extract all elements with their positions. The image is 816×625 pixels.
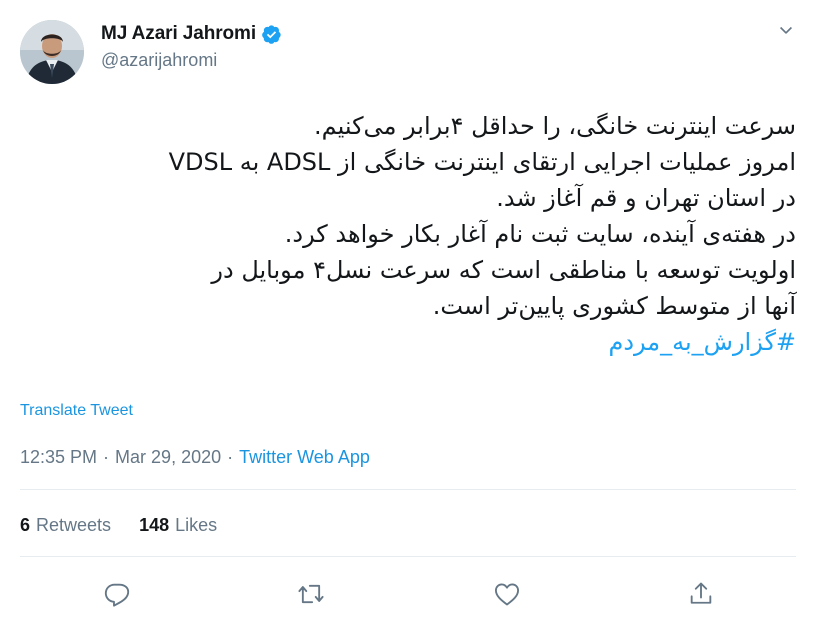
tweet-actions [0,576,816,612]
retweet-icon [298,584,324,604]
avatar-image [20,20,84,84]
tweet-line: اولویت توسعه با مناطقی است که سرعت نسل۴ … [211,256,796,284]
share-button[interactable] [683,576,719,612]
tweet-card: MJ Azari Jahromi @azarijahromi سرعت اینت… [0,0,816,625]
tweet-line: سرعت اینترنت خانگی، را حداقل ۴برابر می‌ک… [314,112,796,140]
reply-button[interactable] [99,576,135,612]
tweet-time[interactable]: 12:35 PM [20,447,97,468]
likes-label: Likes [175,515,218,535]
tweet-source-link[interactable]: Twitter Web App [239,447,370,468]
tweet-line: در هفته‌ی آینده، سایت ثبت نام آغار بکار … [284,220,796,248]
tweet-line: امروز عملیات اجرایی ارتقای اینترنت خانگی… [168,148,796,176]
translate-tweet-link[interactable]: Translate Tweet [20,402,133,420]
divider [20,489,796,490]
retweets-label: Retweets [36,515,112,535]
tweet-stats: 6 Retweets 148 Likes [20,515,217,536]
reply-icon [104,583,130,607]
verified-badge-icon [261,24,282,45]
share-icon [690,582,712,604]
user-handle[interactable]: @azarijahromi [101,50,282,71]
like-button[interactable] [489,576,525,612]
retweets-count: 6 [20,515,31,535]
hashtag-link[interactable]: #گزارش_به_مردم [20,324,796,360]
tweet-date[interactable]: Mar 29, 2020 [115,447,221,468]
avatar[interactable] [20,20,84,84]
chevron-down-icon[interactable] [776,20,796,40]
tweet-line: آنها از متوسط کشوری پایین‌تر است. [432,292,796,320]
tweet-meta: 12:35 PM · Mar 29, 2020 · Twitter Web Ap… [20,447,370,468]
likes-count: 148 [139,515,170,535]
divider [20,556,796,557]
display-name[interactable]: MJ Azari Jahromi [101,23,256,45]
tweet-text: سرعت اینترنت خانگی، را حداقل ۴برابر می‌ک… [20,108,796,360]
tweet-line: در استان تهران و قم آغاز شد. [496,184,796,212]
retweets-stat[interactable]: 6 Retweets [20,515,111,536]
meta-separator: · [103,447,110,467]
retweet-button[interactable] [293,576,329,612]
display-name-row: MJ Azari Jahromi [101,22,282,46]
meta-separator: · [227,447,234,467]
like-icon [494,583,520,606]
user-info: MJ Azari Jahromi @azarijahromi [101,22,282,71]
likes-stat[interactable]: 148 Likes [139,515,217,536]
